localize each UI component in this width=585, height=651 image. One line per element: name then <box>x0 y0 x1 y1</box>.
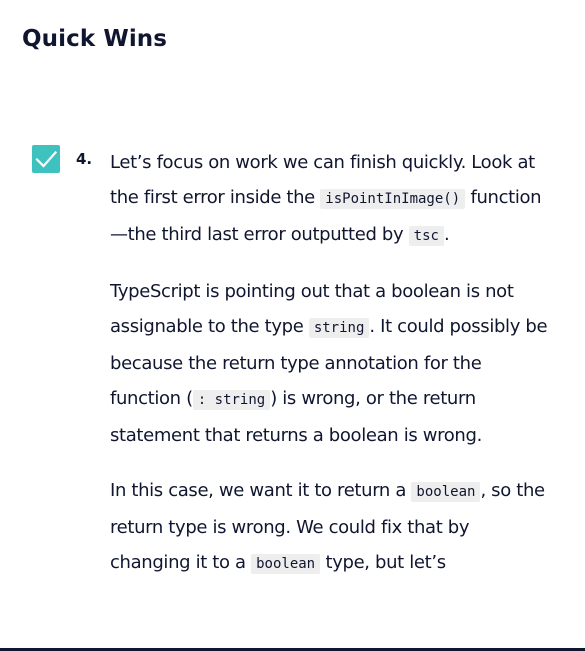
inline-code: tsc <box>408 226 444 246</box>
paragraph-text: . <box>443 224 450 245</box>
task-checkbox[interactable] <box>32 145 60 173</box>
task-number: 4. <box>76 150 93 168</box>
paragraph-text: type, but let’s <box>320 552 446 573</box>
inline-code: boolean <box>251 554 321 574</box>
inline-code: boolean <box>411 482 481 502</box>
task-body: Let’s focus on work we can finish quickl… <box>110 145 550 602</box>
task-paragraph-1: Let’s focus on work we can finish quickl… <box>110 145 550 254</box>
section-title: Quick Wins <box>22 26 168 52</box>
inline-code: : string <box>192 390 271 410</box>
inline-code: isPointInImage() <box>320 189 466 209</box>
inline-code: string <box>308 318 370 338</box>
checkmark-icon <box>35 150 58 168</box>
task-paragraph-2: TypeScript is pointing out that a boolea… <box>110 274 550 453</box>
task-paragraph-3: In this case, we want it to return a boo… <box>110 473 550 582</box>
paragraph-text: In this case, we want it to return a <box>110 480 412 501</box>
